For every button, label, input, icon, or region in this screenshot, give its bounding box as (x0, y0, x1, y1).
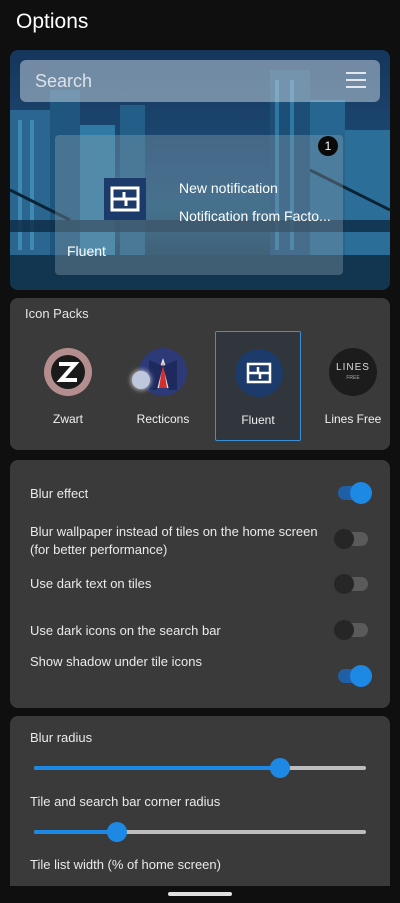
icon-pack-label: Lines Free (324, 412, 382, 426)
blur-effect-switch[interactable] (338, 482, 372, 504)
system-nav-bar (0, 886, 400, 903)
tile-list-width-label: Tile list width (% of home screen) (30, 857, 221, 872)
toggles-card: Blur effect Blur wallpaper instead of ti… (10, 460, 390, 708)
search-placeholder: Search (35, 71, 93, 91)
icon-packs-title: Icon Packs (25, 306, 89, 321)
icon-pack-label: Fluent (241, 413, 275, 427)
notification-count-badge: 1 (318, 136, 338, 156)
zwart-icon (44, 348, 92, 396)
slider-fill (34, 766, 280, 770)
slider-thumb[interactable] (107, 822, 127, 842)
icon-pack-zwart[interactable]: Zwart (25, 331, 111, 441)
icon-pack-fluent[interactable]: Fluent (215, 331, 301, 441)
preview-search-bar: Search (20, 60, 380, 102)
fluent-app-icon (104, 178, 146, 220)
home-preview: Search New notification Notification fro… (10, 50, 390, 290)
lines-free-icon: LINES FREE (329, 348, 377, 396)
switch-knob (334, 574, 354, 594)
icon-packs-card: Icon Packs Zwart Recticons Fluent LINES … (10, 298, 390, 450)
blur-wallpaper-switch[interactable] (334, 529, 368, 549)
notification-body: Notification from Facto... (179, 208, 331, 224)
switch-knob (334, 529, 354, 549)
icon-pack-recticons[interactable]: Recticons (120, 331, 206, 441)
switch-knob (334, 620, 354, 640)
switch-knob (350, 482, 372, 504)
home-gesture-pill[interactable] (168, 892, 232, 896)
tile-shadow-label: Show shadow under tile icons (30, 654, 202, 669)
tile-shadow-switch[interactable] (338, 665, 372, 687)
page-title: Options (16, 10, 89, 33)
icon-pack-label: Recticons (136, 412, 190, 426)
hamburger-menu-icon (346, 72, 366, 90)
app-bar: Options (0, 0, 400, 48)
switch-knob (350, 665, 372, 687)
lines-badge-text: LINES (336, 362, 370, 373)
dark-text-label: Use dark text on tiles (30, 576, 152, 591)
dark-icons-switch[interactable] (334, 620, 368, 640)
blur-radius-slider[interactable] (34, 758, 366, 778)
notification-title: New notification (179, 180, 278, 196)
icon-pack-label: Zwart (53, 412, 83, 426)
recticons-glow-icon (132, 371, 150, 389)
icon-pack-lines-free[interactable]: LINES FREE Lines Free (310, 331, 396, 441)
notification-tile: New notification Notification from Facto… (55, 135, 343, 275)
blur-wallpaper-label: Blur wallpaper instead of tiles on the h… (30, 524, 318, 557)
corner-radius-label: Tile and search bar corner radius (30, 794, 221, 809)
dark-text-switch[interactable] (334, 574, 368, 594)
tile-label: Fluent (67, 243, 106, 259)
lines-badge-sub: FREE (346, 375, 360, 381)
fluent-icon (235, 349, 283, 397)
slider-thumb[interactable] (269, 758, 290, 778)
dark-icons-label: Use dark icons on the search bar (30, 623, 221, 638)
blur-radius-label: Blur radius (30, 730, 93, 745)
sliders-card: Blur radius Tile and search bar corner r… (10, 716, 390, 903)
slider-fill (34, 830, 117, 834)
blur-effect-label: Blur effect (30, 486, 89, 501)
corner-radius-slider[interactable] (34, 822, 366, 842)
